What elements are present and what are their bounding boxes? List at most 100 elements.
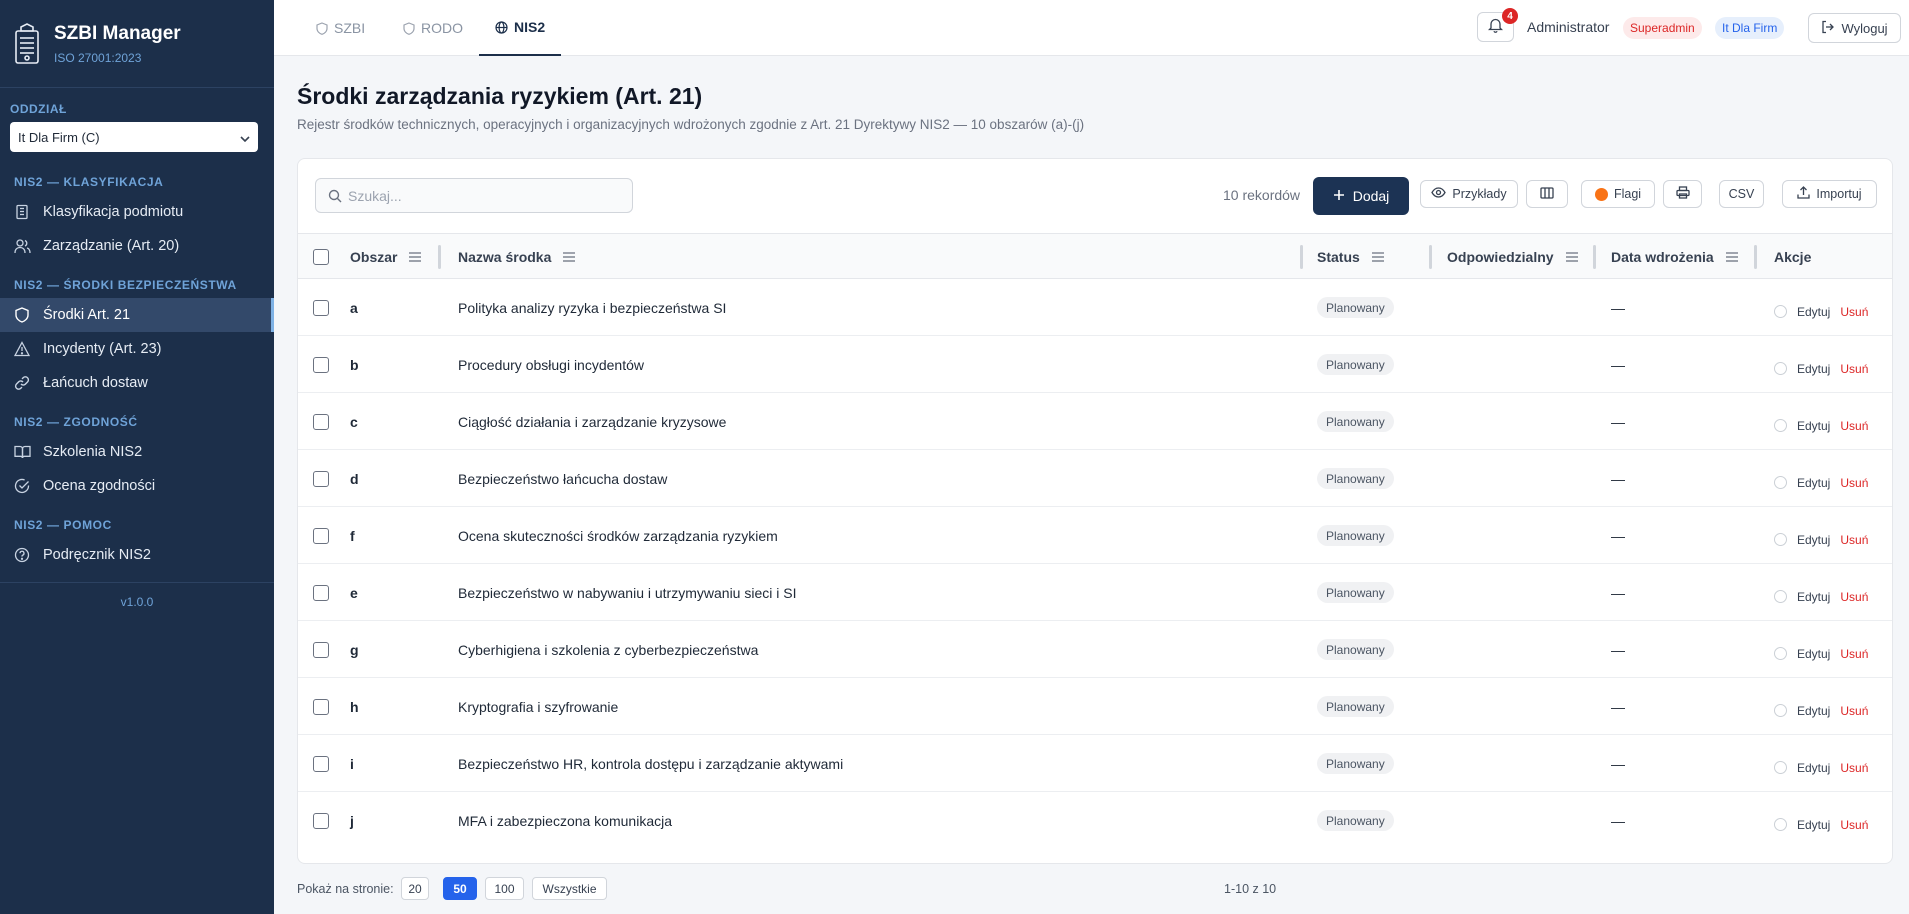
delete-button[interactable]: Usuń (1840, 818, 1868, 832)
row-radio[interactable] (1774, 305, 1787, 318)
page-size-20[interactable]: 20 (401, 877, 429, 900)
row-checkbox[interactable] (313, 735, 329, 792)
columns-button[interactable] (1526, 180, 1568, 208)
column-menu-icon[interactable] (563, 252, 576, 262)
delete-button[interactable]: Usuń (1840, 704, 1868, 718)
delete-button[interactable]: Usuń (1840, 305, 1868, 319)
tab-rodo[interactable]: RODO (403, 0, 463, 56)
row-checkbox[interactable] (313, 450, 329, 507)
edit-button[interactable]: Edytuj (1797, 476, 1830, 490)
page-size-all[interactable]: Wszystkie (532, 877, 607, 900)
row-checkbox[interactable] (313, 792, 329, 849)
edit-button[interactable]: Edytuj (1797, 419, 1830, 433)
select-all-checkbox[interactable] (313, 234, 329, 280)
tab-nis2[interactable]: NIS2 (479, 0, 562, 56)
row-checkbox[interactable] (313, 393, 329, 450)
row-radio[interactable] (1774, 761, 1787, 774)
edit-button[interactable]: Edytuj (1797, 818, 1830, 832)
table-row[interactable]: i Bezpieczeństwo HR, kontrola dostępu i … (298, 735, 1892, 792)
table-row[interactable]: b Procedury obsługi incydentów Planowany… (298, 336, 1892, 393)
flags-button[interactable]: Flagi (1581, 180, 1655, 208)
column-menu-icon[interactable] (1565, 252, 1578, 262)
column-resize-handle[interactable] (438, 245, 441, 269)
column-resize-handle[interactable] (1754, 245, 1757, 269)
examples-label: Przykłady (1452, 187, 1507, 201)
shield-icon (14, 307, 31, 324)
row-radio[interactable] (1774, 476, 1787, 489)
row-radio[interactable] (1774, 704, 1787, 717)
row-radio[interactable] (1774, 818, 1787, 831)
edit-button[interactable]: Edytuj (1797, 647, 1830, 661)
table-row[interactable]: a Polityka analizy ryzyka i bezpieczeńst… (298, 279, 1892, 336)
sidebar-item-supply-chain[interactable]: Łańcuch dostaw (0, 366, 274, 400)
date-cell: — (1611, 527, 1625, 544)
examples-button[interactable]: Przykłady (1420, 180, 1518, 208)
edit-button[interactable]: Edytuj (1797, 590, 1830, 604)
row-checkbox[interactable] (313, 279, 329, 336)
table-row[interactable]: e Bezpieczeństwo w nabywaniu i utrzymywa… (298, 564, 1892, 621)
column-menu-icon[interactable] (409, 252, 422, 262)
sidebar-item-handbook[interactable]: Podręcznik NIS2 (0, 538, 274, 572)
delete-button[interactable]: Usuń (1840, 647, 1868, 661)
checkbox (313, 299, 329, 316)
delete-button[interactable]: Usuń (1840, 362, 1868, 376)
edit-button[interactable]: Edytuj (1797, 533, 1830, 547)
table-row[interactable]: h Kryptografia i szyfrowanie Planowany —… (298, 678, 1892, 735)
edit-button[interactable]: Edytuj (1797, 305, 1830, 319)
row-checkbox[interactable] (313, 336, 329, 393)
sidebar-item-incidents[interactable]: Incydenty (Art. 23) (0, 332, 274, 366)
sidebar-item-governance[interactable]: Zarządzanie (Art. 20) (0, 229, 274, 263)
row-radio[interactable] (1774, 533, 1787, 546)
table-row[interactable]: g Cyberhigiena i szkolenia z cyberbezpie… (298, 621, 1892, 678)
sidebar-item-training[interactable]: Szkolenia NIS2 (0, 435, 274, 469)
csv-button[interactable]: CSV (1719, 180, 1764, 208)
row-checkbox[interactable] (313, 621, 329, 678)
row-checkbox[interactable] (313, 678, 329, 735)
row-checkbox[interactable] (313, 564, 329, 621)
row-radio[interactable] (1774, 362, 1787, 375)
column-header-name[interactable]: Nazwa środka (458, 234, 576, 280)
column-header-date[interactable]: Data wdrożenia (1611, 234, 1738, 280)
sidebar-item-measures[interactable]: Środki Art. 21 (0, 298, 274, 332)
column-menu-icon[interactable] (1725, 252, 1738, 262)
print-button[interactable] (1663, 180, 1702, 208)
tab-szbi[interactable]: SZBI (316, 0, 365, 56)
column-resize-handle[interactable] (1429, 245, 1432, 269)
edit-button[interactable]: Edytuj (1797, 704, 1830, 718)
table-row[interactable]: d Bezpieczeństwo łańcucha dostaw Planowa… (298, 450, 1892, 507)
row-radio[interactable] (1774, 647, 1787, 660)
import-label: Importuj (1816, 187, 1862, 201)
delete-button[interactable]: Usuń (1840, 761, 1868, 775)
delete-button[interactable]: Usuń (1840, 419, 1868, 433)
column-header-area[interactable]: Obszar (350, 234, 422, 280)
search-input[interactable]: Szukaj... (315, 178, 633, 213)
row-checkbox[interactable] (313, 507, 329, 564)
logout-button[interactable]: Wyloguj (1808, 13, 1901, 43)
branch-label: ODDZIAŁ (10, 102, 67, 116)
branch-select[interactable]: It Dla Firm (C) (10, 122, 258, 152)
column-resize-handle[interactable] (1593, 245, 1596, 269)
column-header-owner[interactable]: Odpowiedzialny (1447, 234, 1578, 280)
table-row[interactable]: f Ocena skuteczności środków zarządzania… (298, 507, 1892, 564)
edit-button[interactable]: Edytuj (1797, 761, 1830, 775)
row-radio[interactable] (1774, 590, 1787, 603)
table-row[interactable]: c Ciągłość działania i zarządzanie kryzy… (298, 393, 1892, 450)
row-radio[interactable] (1774, 419, 1787, 432)
column-resize-handle[interactable] (1300, 245, 1303, 269)
status-badge: Planowany (1317, 411, 1394, 432)
page-size-50[interactable]: 50 (443, 877, 477, 900)
sidebar-item-classification[interactable]: Klasyfikacja podmiotu (0, 195, 274, 229)
page-size-100[interactable]: 100 (485, 877, 524, 900)
delete-button[interactable]: Usuń (1840, 590, 1868, 604)
delete-button[interactable]: Usuń (1840, 476, 1868, 490)
column-header-status[interactable]: Status (1317, 234, 1384, 280)
edit-button[interactable]: Edytuj (1797, 362, 1830, 376)
sidebar-item-label: Środki Art. 21 (43, 307, 131, 323)
import-button[interactable]: Importuj (1782, 180, 1877, 208)
notifications-button[interactable]: 4 (1477, 8, 1518, 42)
delete-button[interactable]: Usuń (1840, 533, 1868, 547)
table-row[interactable]: j MFA i zabezpieczona komunikacja Planow… (298, 792, 1892, 849)
sidebar-item-assessment[interactable]: Ocena zgodności (0, 469, 274, 503)
column-menu-icon[interactable] (1371, 252, 1384, 262)
add-button[interactable]: Dodaj (1313, 177, 1409, 215)
